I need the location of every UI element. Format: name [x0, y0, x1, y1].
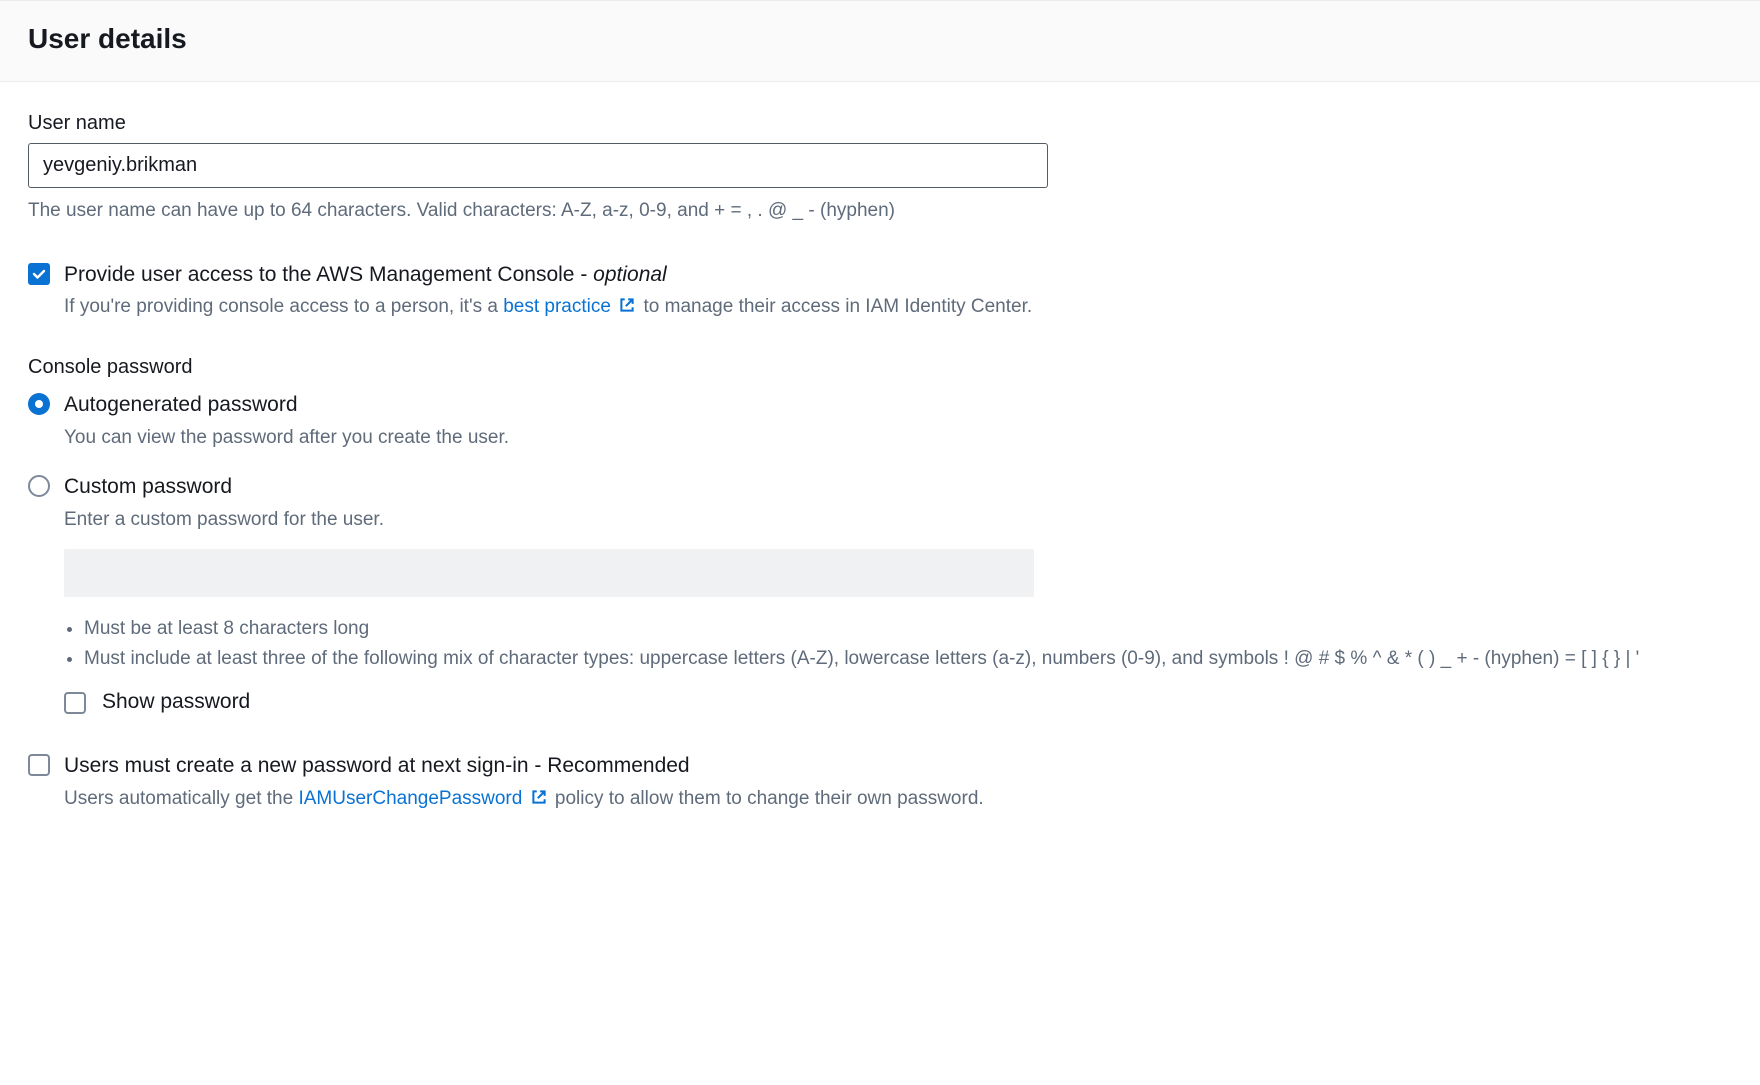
autogenerated-password-option[interactable]: Autogenerated password You can view the … — [28, 391, 1732, 451]
show-password-label: Show password — [102, 690, 250, 714]
console-access-checkbox[interactable] — [28, 263, 50, 285]
custom-password-label: Custom password — [64, 473, 1732, 501]
console-access-desc: If you're providing console access to a … — [64, 293, 1732, 323]
page-title: User details — [28, 23, 1732, 55]
must-reset-desc: Users automatically get the IAMUserChang… — [64, 785, 1732, 815]
show-password-checkbox[interactable] — [64, 692, 86, 714]
password-rule: Must include at least three of the follo… — [84, 645, 1732, 673]
best-practice-link[interactable]: best practice — [503, 296, 611, 317]
console-password-label: Console password — [28, 356, 1732, 379]
password-rule: Must be at least 8 characters long — [84, 615, 1732, 643]
must-reset-row: Users must create a new password at next… — [28, 752, 1732, 814]
custom-password-option[interactable]: Custom password Enter a custom password … — [28, 473, 1732, 533]
autogenerated-password-label: Autogenerated password — [64, 391, 1732, 419]
console-access-row: Provide user access to the AWS Managemen… — [28, 261, 1732, 323]
must-reset-checkbox[interactable] — [28, 754, 50, 776]
iam-policy-link[interactable]: IAMUserChangePassword — [298, 788, 522, 809]
console-access-label: Provide user access to the AWS Managemen… — [64, 261, 1732, 289]
external-link-icon — [618, 295, 636, 323]
must-reset-label: Users must create a new password at next… — [64, 752, 1732, 780]
password-rules-list: Must be at least 8 characters long Must … — [64, 615, 1732, 672]
autogenerated-password-desc: You can view the password after you crea… — [64, 424, 1732, 452]
show-password-row: Show password — [64, 690, 1732, 714]
custom-password-radio[interactable] — [28, 475, 50, 497]
autogenerated-password-radio[interactable] — [28, 393, 50, 415]
username-label: User name — [28, 112, 1732, 135]
external-link-icon — [530, 787, 548, 815]
custom-password-input — [64, 549, 1034, 597]
custom-password-desc: Enter a custom password for the user. — [64, 506, 1732, 534]
username-input[interactable] — [28, 143, 1048, 188]
password-radio-group: Autogenerated password You can view the … — [28, 391, 1732, 533]
username-hint: The user name can have up to 64 characte… — [28, 198, 1732, 225]
panel-header: User details — [0, 0, 1760, 82]
check-icon — [31, 266, 47, 282]
